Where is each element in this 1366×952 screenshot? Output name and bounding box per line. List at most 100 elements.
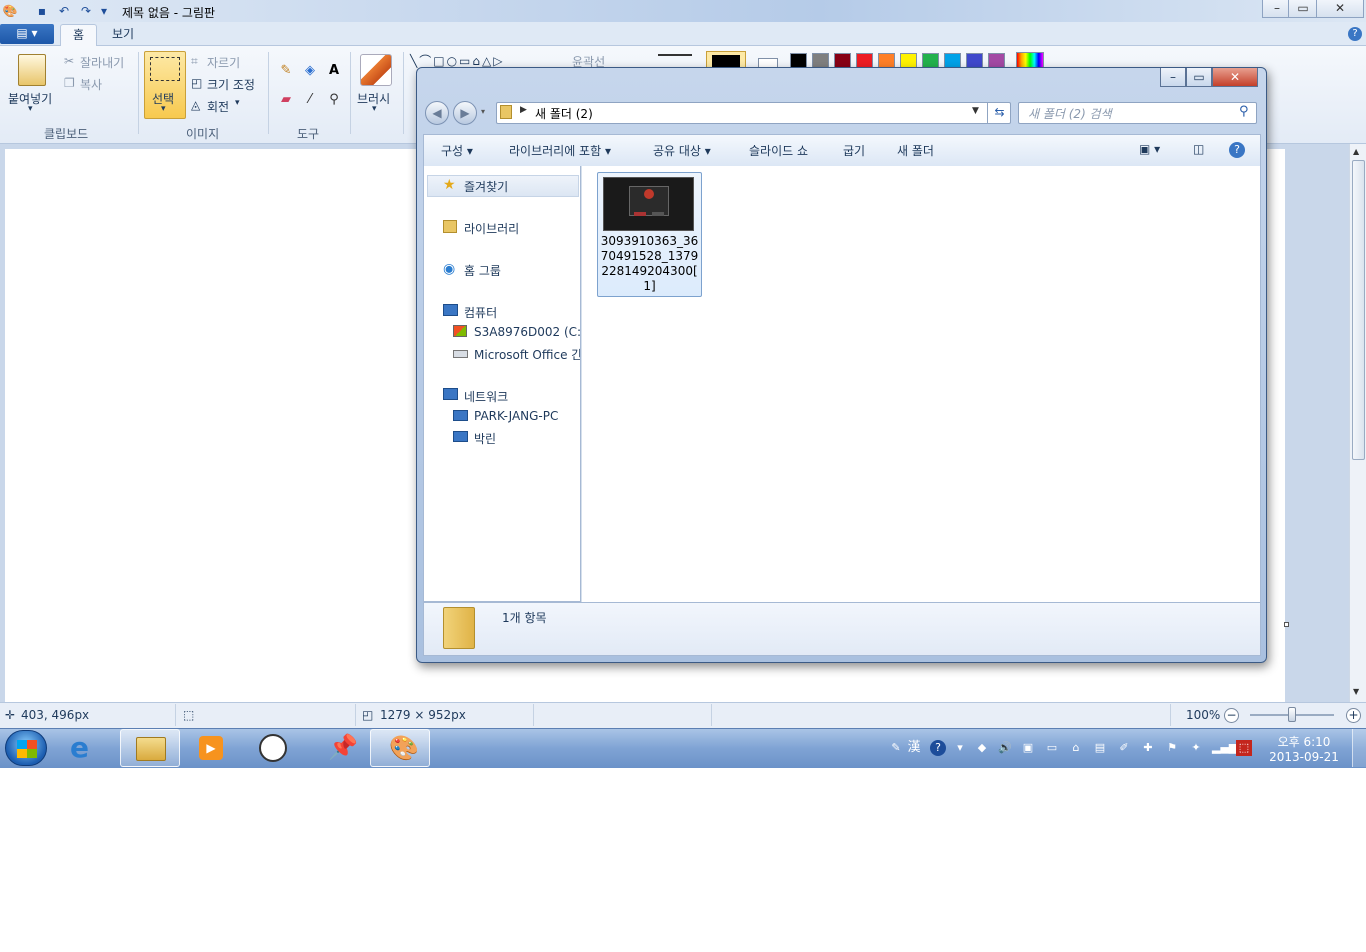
rotate-dropdown-icon[interactable]: ▾: [235, 98, 240, 108]
paste-dropdown-icon[interactable]: ▾: [28, 104, 33, 114]
resize-icon[interactable]: ◰: [191, 76, 202, 90]
forward-button[interactable]: ▶: [453, 101, 477, 125]
breadcrumb-arrow-icon[interactable]: ▶: [520, 105, 527, 115]
burn-button[interactable]: 굽기: [843, 142, 865, 159]
color-picker-icon[interactable]: ⁄: [299, 89, 321, 111]
include-in-library-menu[interactable]: 라이브러리에 포함 ▾: [509, 142, 611, 159]
resize-button[interactable]: 크기 조정: [207, 76, 255, 93]
nav-computer[interactable]: 컴퓨터: [464, 304, 497, 321]
organize-menu[interactable]: 구성 ▾: [441, 142, 473, 159]
tray-display-icon[interactable]: ▭: [1044, 740, 1060, 756]
ribbon-divider: [138, 52, 139, 134]
canvas-resize-handle[interactable]: [1284, 622, 1289, 627]
tray-pen-icon[interactable]: ✐: [1116, 740, 1132, 756]
taskbar-ie[interactable]: e: [56, 729, 116, 767]
taskbar-clock-app[interactable]: [244, 729, 304, 767]
paint-menu-button[interactable]: ▤ ▾: [0, 24, 54, 44]
start-button[interactable]: [5, 730, 47, 766]
tray-pin-icon[interactable]: ✦: [1188, 740, 1204, 756]
slideshow-button[interactable]: 슬라이드 쇼: [749, 142, 808, 159]
explorer-help-icon[interactable]: ?: [1229, 142, 1245, 158]
back-button[interactable]: ◀: [425, 101, 449, 125]
clock-date[interactable]: 2013-09-21: [1268, 750, 1340, 764]
undo-icon[interactable]: ↶: [56, 3, 72, 19]
pencil-icon[interactable]: ✎: [275, 60, 297, 82]
taskbar-explorer[interactable]: [120, 729, 180, 767]
action-center-flag-icon[interactable]: ⚑: [1164, 740, 1180, 756]
cut-icon[interactable]: ✂: [64, 54, 74, 68]
zoom-out-button[interactable]: −: [1224, 708, 1239, 723]
taskbar-media-player[interactable]: ▶: [182, 729, 242, 767]
nav-homegroup[interactable]: 홈 그룹: [464, 262, 501, 279]
save-icon[interactable]: ▪: [34, 3, 50, 19]
explorer-minimize-button[interactable]: –: [1160, 68, 1186, 87]
recent-pages-icon[interactable]: ▾: [481, 107, 485, 116]
copy-icon[interactable]: ❐: [64, 76, 75, 90]
paint-app-icon[interactable]: 🎨: [2, 3, 18, 19]
view-options-icon[interactable]: ▣ ▾: [1139, 142, 1160, 156]
tab-home[interactable]: 홈: [60, 24, 98, 47]
paste-icon[interactable]: [18, 54, 46, 86]
tray-network-app-icon[interactable]: ⌂: [1068, 740, 1084, 756]
crop-button[interactable]: 자르기: [207, 54, 240, 71]
redo-icon[interactable]: ↷: [78, 3, 94, 19]
maximize-button[interactable]: ▭: [1288, 0, 1318, 18]
explorer-maximize-button[interactable]: ▭: [1186, 68, 1212, 87]
pdf-tray-icon[interactable]: ⬚: [1236, 740, 1252, 756]
eraser-icon[interactable]: ▰: [275, 89, 297, 111]
tray-app-icon[interactable]: ◆: [974, 740, 990, 756]
ime-hanja[interactable]: 漢: [906, 740, 922, 756]
network-signal-icon[interactable]: ▂▄▆: [1212, 740, 1237, 756]
tab-view[interactable]: 보기: [100, 24, 146, 46]
brush-dropdown-icon[interactable]: ▾: [372, 104, 377, 114]
clock-time[interactable]: 오후 6:10: [1268, 733, 1340, 750]
ime-help-icon[interactable]: ?: [930, 740, 946, 756]
copy-button[interactable]: 복사: [80, 76, 102, 93]
explorer-close-button[interactable]: ✕: [1212, 68, 1258, 87]
brush-icon[interactable]: [360, 54, 392, 86]
tray-monitor-icon[interactable]: ▣: [1020, 740, 1036, 756]
nav-pc1[interactable]: PARK-JANG-PC: [474, 409, 558, 423]
scroll-down-icon[interactable]: ▼: [1353, 687, 1359, 696]
language-icon[interactable]: ✎: [888, 740, 904, 756]
share-with-menu[interactable]: 공유 대상 ▾: [653, 142, 711, 159]
tray-alert-icon[interactable]: ✚: [1140, 740, 1156, 756]
rotate-button[interactable]: 회전: [207, 98, 229, 115]
address-dropdown-icon[interactable]: ▼: [972, 106, 979, 116]
nav-network[interactable]: 네트워크: [464, 388, 508, 405]
show-desktop-button[interactable]: [1352, 729, 1366, 767]
select-dropdown-icon[interactable]: ▾: [161, 104, 166, 114]
refresh-icon[interactable]: ⇆: [987, 102, 1011, 124]
nav-pc2[interactable]: 박린: [474, 430, 496, 447]
text-icon[interactable]: A: [323, 60, 345, 82]
preview-pane-icon[interactable]: ◫: [1193, 142, 1204, 156]
zoom-in-button[interactable]: +: [1346, 708, 1361, 723]
close-button[interactable]: ✕: [1316, 0, 1364, 18]
customize-qat-icon[interactable]: ▾: [96, 3, 112, 19]
vertical-scrollbar[interactable]: ▲ ▼: [1349, 144, 1366, 702]
rotate-icon[interactable]: ◬: [191, 98, 200, 112]
new-folder-button[interactable]: 새 폴더: [897, 142, 934, 159]
magnifier-icon[interactable]: ⚲: [323, 89, 345, 111]
share-with-label: 공유 대상: [653, 144, 701, 158]
size-icon[interactable]: [658, 54, 692, 56]
volume-icon[interactable]: 🔊: [997, 740, 1013, 756]
paint-title-bar: 🎨 ▪ ↶ ↷ ▾ 제목 없음 - 그림판 – ▭ ✕: [0, 0, 1366, 22]
ime-options-icon[interactable]: ▾: [952, 740, 968, 756]
nav-favorites[interactable]: 즐겨찾기: [464, 178, 508, 195]
search-icon[interactable]: ⚲: [1239, 104, 1249, 119]
zoom-slider-thumb[interactable]: [1288, 707, 1296, 722]
tray-device-icon[interactable]: ▤: [1092, 740, 1108, 756]
taskbar-pin-app[interactable]: 📌: [308, 729, 368, 767]
help-icon[interactable]: ?: [1348, 27, 1362, 41]
nav-office[interactable]: Microsoft Office 간!: [474, 346, 580, 363]
nav-drive-c[interactable]: S3A8976D002 (C:): [474, 325, 586, 339]
crop-icon[interactable]: ⌗: [191, 54, 198, 69]
cut-button[interactable]: 잘라내기: [80, 54, 124, 71]
breadcrumb[interactable]: 새 폴더 (2): [535, 105, 593, 122]
taskbar-paint[interactable]: 🎨: [370, 729, 430, 767]
fill-icon[interactable]: ◈: [299, 60, 321, 82]
scroll-up-icon[interactable]: ▲: [1353, 147, 1359, 156]
nav-libraries[interactable]: 라이브러리: [464, 220, 519, 237]
scrollbar-thumb[interactable]: [1352, 160, 1365, 460]
